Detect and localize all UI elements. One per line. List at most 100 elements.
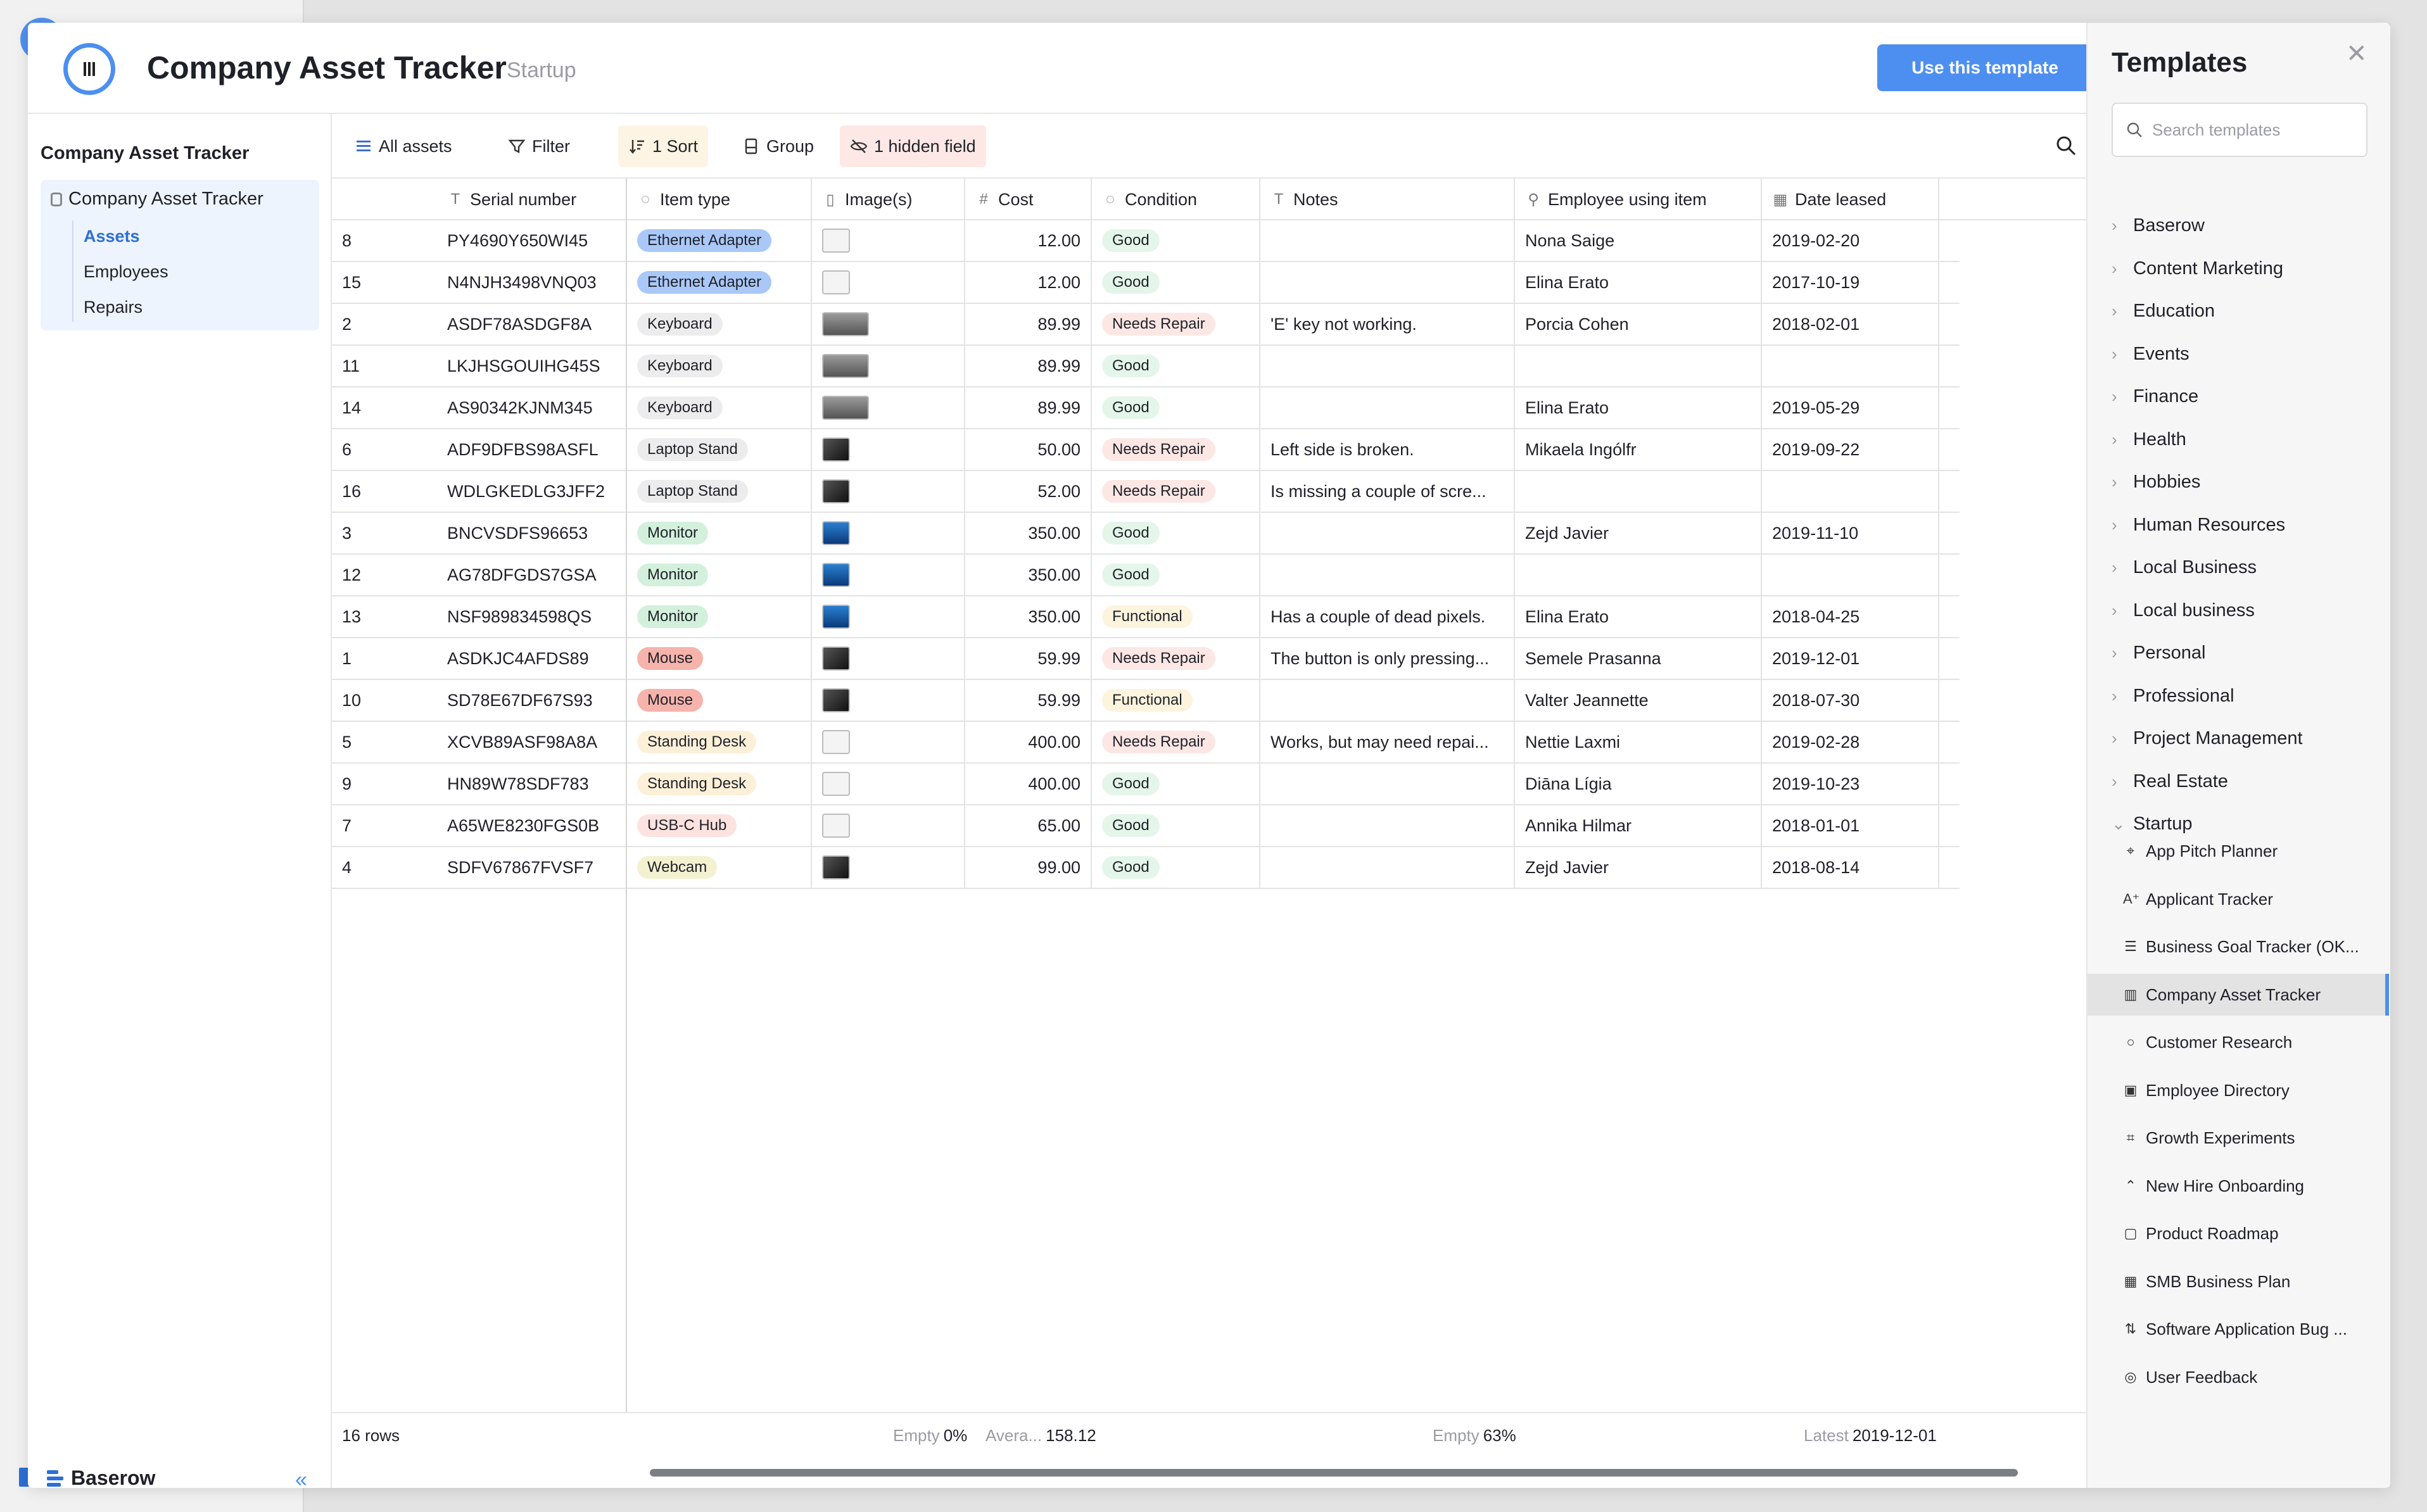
condition-cell[interactable]: Needs Repair [1092,638,1260,679]
category-item[interactable]: › Project Management [2112,726,2303,751]
image-cell[interactable] [812,555,965,595]
date-latest-aggregation[interactable]: Latest 2019-12-01 [1804,1426,1937,1446]
serial-cell[interactable]: SDFV67867FVSF7 [437,847,627,888]
employee-cell[interactable]: Zejd Javier [1515,847,1762,888]
template-item[interactable]: ⌖ App Pitch Planner [2088,830,2389,872]
category-item[interactable]: › Baserow [2112,213,2205,238]
serial-cell[interactable]: ASDKJC4AFDS89 [437,638,627,679]
row-id[interactable]: 10 [332,680,437,721]
employee-empty-aggregation[interactable]: Empty 63% [1433,1426,1516,1446]
item-image-thumbnail[interactable] [822,438,850,462]
view-selector[interactable]: All assets [345,125,462,167]
notes-cell[interactable] [1260,387,1515,428]
cost-cell[interactable]: 400.00 [965,764,1092,804]
notes-cell[interactable]: The button is only pressing... [1260,638,1515,679]
cost-cell[interactable]: 400.00 [965,722,1092,762]
template-item[interactable]: ◎ User Feedback [2088,1356,2389,1398]
item-type-cell[interactable]: Webcam [627,847,812,888]
template-item[interactable]: ▥ Company Asset Tracker [2088,974,2389,1016]
serial-cell[interactable]: NSF989834598QS [437,596,627,637]
template-item[interactable]: ▣ Employee Directory [2088,1069,2389,1111]
item-type-cell[interactable]: Monitor [627,513,812,553]
table-row[interactable]: 12 AG78DFGDS7GSA Monitor 350.00 Good [332,555,1960,596]
employee-cell[interactable] [1515,346,1762,386]
cost-cell[interactable]: 99.00 [965,847,1092,888]
item-image-thumbnail[interactable] [822,312,869,336]
sort-button[interactable]: 1 Sort [618,125,709,167]
image-cell[interactable] [812,220,965,261]
cost-cell[interactable]: 12.00 [965,220,1092,261]
notes-cell[interactable]: 'E' key not working. [1260,304,1515,344]
employee-cell[interactable]: Nona Saige [1515,220,1762,261]
item-image-thumbnail[interactable] [822,521,850,545]
date-cell[interactable]: 2019-10-23 [1762,764,1939,804]
category-item[interactable]: › Hobbies [2112,469,2200,495]
notes-cell[interactable]: Has a couple of dead pixels. [1260,596,1515,637]
template-item[interactable]: ⌃ New Hire Onboarding [2088,1165,2389,1207]
date-cell[interactable]: 2019-05-29 [1762,387,1939,428]
category-item[interactable]: › Personal [2112,640,2205,665]
search-icon[interactable] [2055,134,2077,157]
table-row[interactable]: 6 ADF9DFBS98ASFL Laptop Stand 50.00 Needs Re… [332,429,1960,471]
date-cell[interactable]: 2018-04-25 [1762,596,1939,637]
row-id[interactable]: 4 [332,847,437,888]
notes-cell[interactable] [1260,513,1515,553]
date-cell[interactable]: 2017-10-19 [1762,262,1939,303]
condition-cell[interactable]: Functional [1092,680,1260,721]
condition-cell[interactable]: Good [1092,262,1260,303]
item-type-cell[interactable]: Laptop Stand [627,471,812,512]
item-image-thumbnail[interactable] [822,229,850,253]
header-serial-number[interactable]: T Serial number [437,179,627,220]
table-row[interactable]: 10 SD78E67DF67S93 Mouse 59.99 Functional Valt… [332,680,1960,722]
image-cell[interactable] [812,596,965,637]
serial-cell[interactable]: AS90342KJNM345 [437,387,627,428]
header-images[interactable]: ▯ Image(s) [812,179,965,220]
cost-cell[interactable]: 65.00 [965,805,1092,846]
item-image-thumbnail[interactable] [822,688,850,712]
item-image-thumbnail[interactable] [822,563,850,587]
image-cell[interactable] [812,429,965,470]
category-item[interactable]: › Events [2112,341,2189,367]
cost-cell[interactable]: 89.99 [965,387,1092,428]
table-row[interactable]: 7 A65WE8230FGS0B USB-C Hub 65.00 Good Annika … [332,805,1960,847]
cost-cell[interactable]: 59.99 [965,680,1092,721]
table-row[interactable]: 8 PY4690Y650WI45 Ethernet Adapter 12.00 Good… [332,220,1960,262]
category-item[interactable]: › Finance [2112,384,2198,409]
template-item[interactable]: ▦ SMB Business Plan [2088,1261,2389,1302]
image-cell[interactable] [812,847,965,888]
employee-cell[interactable]: Porcia Cohen [1515,304,1762,344]
table-row[interactable]: 11 LKJHSGOUIHG45S Keyboard 89.99 Good [332,346,1960,387]
category-item[interactable]: › Local Business [2112,555,2257,580]
item-image-thumbnail[interactable] [822,396,869,420]
table-row[interactable]: 14 AS90342KJNM345 Keyboard 89.99 Good Elina E… [332,387,1960,429]
row-id[interactable]: 5 [332,722,437,762]
template-item[interactable]: ▢ Product Roadmap [2088,1213,2389,1254]
serial-cell[interactable]: LKJHSGOUIHG45S [437,346,627,386]
notes-cell[interactable]: Left side is broken. [1260,429,1515,470]
cost-cell[interactable]: 59.99 [965,638,1092,679]
search-input[interactable] [2152,120,2355,140]
header-cost[interactable]: # Cost [965,179,1092,220]
serial-cell[interactable]: WDLGKEDLG3JFF2 [437,471,627,512]
use-template-button[interactable]: Use this template [1877,44,2093,91]
header-item-type[interactable]: ◌ Item type [627,179,812,220]
condition-cell[interactable]: Needs Repair [1092,304,1260,344]
item-type-cell[interactable]: Keyboard [627,387,812,428]
condition-cell[interactable]: Good [1092,764,1260,804]
employee-cell[interactable]: Mikaela Ingólfr [1515,429,1762,470]
condition-cell[interactable]: Good [1092,847,1260,888]
date-cell[interactable]: 2018-01-01 [1762,805,1939,846]
row-id[interactable]: 13 [332,596,437,637]
row-id[interactable]: 15 [332,262,437,303]
row-id[interactable]: 11 [332,346,437,386]
row-id[interactable]: 14 [332,387,437,428]
employee-cell[interactable]: Zejd Javier [1515,513,1762,553]
database-item[interactable]: Company Asset Tracker [51,189,263,210]
image-cell[interactable] [812,387,965,428]
date-cell[interactable] [1762,346,1939,386]
condition-cell[interactable]: Functional [1092,596,1260,637]
cost-cell[interactable]: 89.99 [965,304,1092,344]
template-item[interactable]: ⇅ Software Application Bug ... [2088,1308,2389,1350]
notes-cell[interactable] [1260,220,1515,261]
serial-cell[interactable]: A65WE8230FGS0B [437,805,627,846]
